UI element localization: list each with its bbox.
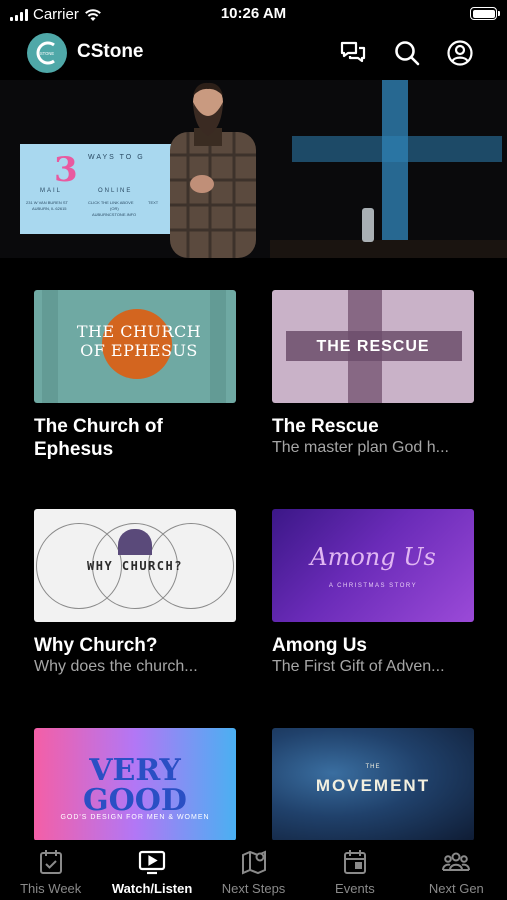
series-subtitle: The First Gift of Adven... <box>272 658 445 675</box>
stage-cross-vertical <box>382 80 408 258</box>
map-pin-icon <box>241 850 266 875</box>
tab-label: Next Steps <box>221 881 286 896</box>
screen-number: 3 <box>54 150 78 190</box>
thumbnail-art-subtext: THE <box>365 764 381 770</box>
tab-next-steps[interactable]: Next Steps <box>203 840 304 900</box>
thumbnail-art-subtext: A CHRISTMAS STORY <box>328 583 418 589</box>
calendar-icon <box>343 850 366 874</box>
tab-events[interactable]: Events <box>304 840 405 900</box>
thumbnail-art-text: VERY GOOD <box>83 753 187 818</box>
status-time: 10:26 AM <box>220 5 287 22</box>
series-thumbnail[interactable]: THE MOVEMENT <box>272 728 474 841</box>
app-logo[interactable]: STONE <box>27 33 67 73</box>
tab-watch-listen[interactable]: Watch/Listen <box>101 840 202 900</box>
screen-address-2: AUBURN, IL 62615 <box>32 206 67 211</box>
series-card-why-church[interactable]: WHY CHURCH? Why Church? Why does the chu… <box>34 509 238 676</box>
tab-label: This Week <box>20 881 82 896</box>
series-subtitle: Why does the church... <box>34 658 198 675</box>
series-thumbnail[interactable]: VERY GOOD GOD'S DESIGN FOR MEN & WOMEN <box>34 728 236 841</box>
series-card-very-good[interactable]: VERY GOOD GOD'S DESIGN FOR MEN & WOMEN <box>34 728 238 841</box>
screen-or: (OR) <box>110 206 119 211</box>
series-thumbnail[interactable]: THE RESCUE <box>272 290 474 403</box>
app-title: CStone <box>77 41 144 62</box>
stage-floor <box>270 240 507 258</box>
series-card-the-rescue[interactable]: THE RESCUE The Rescue The master plan Go… <box>272 290 476 457</box>
thumbnail-art-text: WHY CHURCH? <box>87 559 183 573</box>
status-bar: Carrier 10:26 AM <box>0 0 507 30</box>
screen-online-label: ONLINE <box>98 188 133 194</box>
group-icon <box>442 852 471 871</box>
screen-mail-label: MAIL <box>40 188 63 194</box>
calendar-check-icon <box>39 850 62 874</box>
thumbnail-art-text: MOVEMENT <box>315 776 431 795</box>
screen-heading: WAYS TO G <box>88 154 145 161</box>
profile-icon[interactable] <box>446 39 474 67</box>
series-thumbnail[interactable]: THE CHURCH OF EPHESUS <box>34 290 236 403</box>
water-bottle <box>362 208 374 242</box>
tab-label: Watch/Listen <box>111 881 193 896</box>
series-title: The Church of Ephesus <box>34 416 163 460</box>
battery-icon <box>470 7 500 20</box>
tab-bar: This Week Watch/Listen Next Steps Events… <box>0 840 507 900</box>
series-thumbnail[interactable]: WHY CHURCH? <box>34 509 236 622</box>
thumbnail-art-text: THE CHURCH OF EPHESUS <box>76 322 202 360</box>
screen-link-hint: CLICK THE LINK ABOVE <box>88 200 134 205</box>
screen-address-1: 231 W VAN BUREN ST <box>26 200 68 205</box>
series-title: Why Church? <box>34 635 158 656</box>
pastor-figure <box>170 82 256 258</box>
logo-text: STONE <box>40 51 55 56</box>
church-illustration <box>118 529 152 555</box>
thumbnail-art-text: THE RESCUE <box>316 338 430 355</box>
cstone-logo-icon: STONE <box>36 41 55 65</box>
tv-play-icon <box>139 850 166 875</box>
series-card-church-of-ephesus[interactable]: THE CHURCH OF EPHESUS The Church of Ephe… <box>34 290 238 461</box>
series-title: The Rescue <box>272 416 379 437</box>
series-title: Among Us <box>272 635 367 656</box>
series-card-the-movement[interactable]: THE MOVEMENT <box>272 728 476 841</box>
app-header: STONE CStone <box>0 32 507 74</box>
series-card-among-us[interactable]: Among Us A CHRISTMAS STORY Among Us The … <box>272 509 476 676</box>
thumbnail-art-subtext: GOD'S DESIGN FOR MEN & WOMEN <box>60 814 210 821</box>
hero-video-image[interactable]: 3 WAYS TO G MAIL ONLINE 231 W VAN BUREN … <box>0 80 507 258</box>
screen-url: AUBURNCSTONE.INFO <box>92 212 137 217</box>
tab-label: Next Gen <box>428 881 484 896</box>
chat-icon[interactable] <box>339 39 367 67</box>
tab-this-week[interactable]: This Week <box>0 840 101 900</box>
series-thumbnail[interactable]: Among Us A CHRISTMAS STORY <box>272 509 474 622</box>
series-subtitle: The master plan God h... <box>272 439 449 456</box>
thumbnail-art-text: Among Us <box>310 543 436 571</box>
search-icon[interactable] <box>393 39 421 67</box>
tab-next-gen[interactable]: Next Gen <box>406 840 507 900</box>
tab-label: Events <box>335 881 375 896</box>
